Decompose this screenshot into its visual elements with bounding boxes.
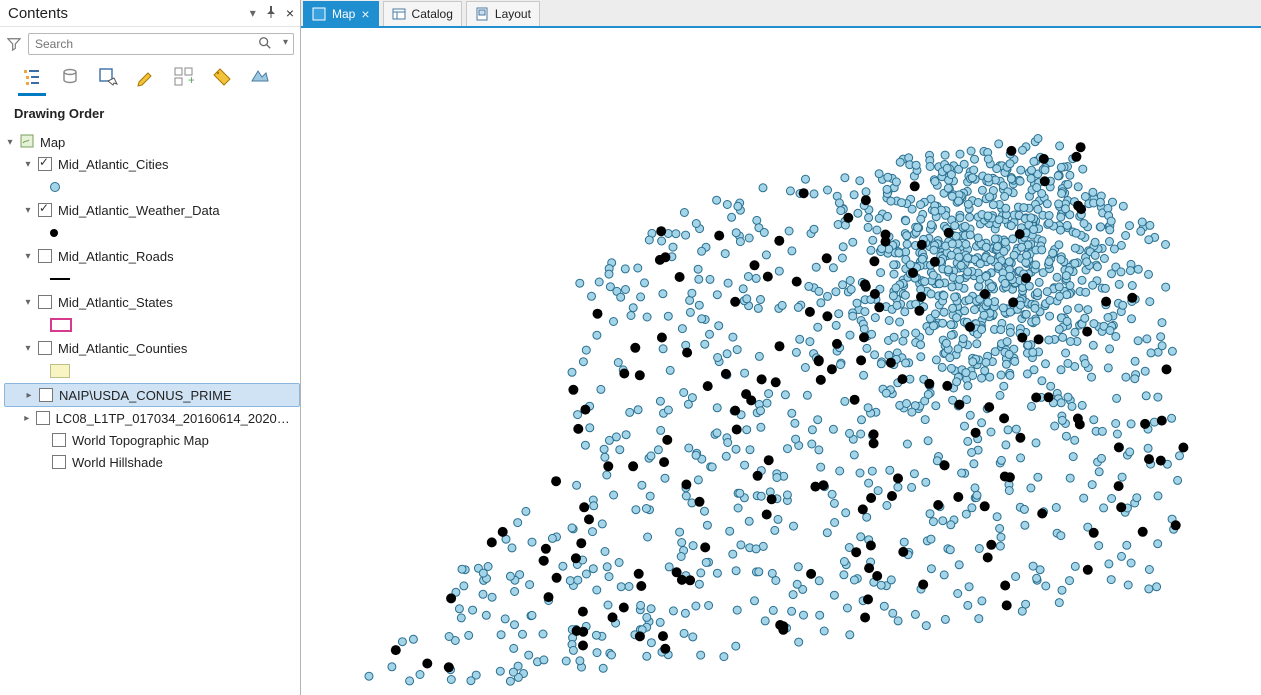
- expand-icon[interactable]: ▸: [22, 413, 32, 424]
- chevron-down-icon[interactable]: ▾: [250, 6, 256, 20]
- pin-icon[interactable]: [266, 5, 276, 22]
- layer-label: Mid_Atlantic_States: [56, 295, 173, 310]
- section-label: Drawing Order: [0, 96, 300, 127]
- map-frame-icon: [20, 134, 34, 151]
- map-points-svg: [301, 28, 1261, 695]
- list-snapping-button[interactable]: +: [172, 65, 196, 89]
- tab-map[interactable]: Map ×: [303, 1, 379, 26]
- layer-label: LC08_L1TP_017034_20160614_20200906_02_T1…: [54, 411, 296, 426]
- tab-catalog[interactable]: Catalog: [383, 1, 462, 26]
- map-icon: [312, 7, 326, 21]
- layer-label: Mid_Atlantic_Counties: [56, 341, 187, 356]
- layer-symbol-cities[interactable]: [4, 175, 300, 199]
- layer-symbol-weather[interactable]: [4, 221, 300, 245]
- layer-tree: ▾ Map ▾ Mid_Atlantic_Cities ▾ Mid_Atlantic_We…: [0, 127, 300, 695]
- pane-header: Contents ▾ ×: [0, 0, 300, 27]
- layer-hillshade[interactable]: ▸World Hillshade: [4, 451, 300, 473]
- visibility-checkbox[interactable]: [52, 455, 66, 469]
- layer-label: World Topographic Map: [70, 433, 209, 448]
- search-icon[interactable]: [258, 36, 272, 53]
- layer-label: World Hillshade: [70, 455, 163, 470]
- layer-topomap[interactable]: ▸World Topographic Map: [4, 429, 300, 451]
- layer-symbol-roads[interactable]: [4, 267, 300, 291]
- search-input[interactable]: [28, 33, 294, 55]
- expand-icon[interactable]: ▾: [22, 251, 34, 262]
- layer-roads[interactable]: ▾ Mid_Atlantic_Roads: [4, 245, 300, 267]
- close-icon[interactable]: ×: [286, 5, 294, 21]
- tab-label: Catalog: [412, 7, 453, 21]
- contents-pane: Contents ▾ × ▾: [0, 0, 301, 695]
- tree-root-label: Map: [38, 135, 65, 150]
- close-icon[interactable]: ×: [361, 7, 369, 21]
- expand-icon[interactable]: ▾: [4, 137, 16, 148]
- layout-icon: [475, 7, 489, 21]
- list-drawing-order-button[interactable]: [20, 65, 44, 89]
- layer-label: Mid_Atlantic_Weather_Data: [56, 203, 220, 218]
- list-editing-button[interactable]: [134, 65, 158, 89]
- layer-label: NAIP\USDA_CONUS_PRIME: [57, 388, 232, 403]
- visibility-checkbox[interactable]: [38, 249, 52, 263]
- search-dropdown-icon[interactable]: ▾: [283, 37, 288, 48]
- layer-label: Mid_Atlantic_Roads: [56, 249, 174, 264]
- layer-symbol-counties[interactable]: [4, 359, 300, 383]
- visibility-checkbox[interactable]: [38, 203, 52, 217]
- catalog-icon: [392, 7, 406, 21]
- visibility-checkbox[interactable]: [38, 157, 52, 171]
- tab-label: Map: [332, 7, 355, 21]
- list-perspective-button[interactable]: [248, 65, 272, 89]
- layer-naip[interactable]: ▸ NAIP\USDA_CONUS_PRIME: [4, 383, 300, 407]
- view-tabs: Map × Catalog Layout: [301, 0, 1261, 28]
- layer-label: Mid_Atlantic_Cities: [56, 157, 169, 172]
- filter-icon[interactable]: [6, 36, 22, 52]
- expand-icon[interactable]: ▸: [23, 390, 35, 401]
- visibility-checkbox[interactable]: [52, 433, 66, 447]
- visibility-checkbox[interactable]: [38, 295, 52, 309]
- tab-label: Layout: [495, 7, 531, 21]
- expand-icon[interactable]: ▾: [22, 205, 34, 216]
- expand-icon[interactable]: ▾: [22, 297, 34, 308]
- map-canvas[interactable]: [301, 28, 1261, 695]
- layer-states[interactable]: ▾ Mid_Atlantic_States: [4, 291, 300, 313]
- svg-text:+: +: [188, 73, 194, 87]
- expand-icon[interactable]: ▾: [22, 159, 34, 170]
- visibility-checkbox[interactable]: [39, 388, 53, 402]
- tab-layout[interactable]: Layout: [466, 1, 540, 26]
- list-labeling-button[interactable]: [210, 65, 234, 89]
- visibility-checkbox[interactable]: [38, 341, 52, 355]
- layer-lc08[interactable]: ▸ LC08_L1TP_017034_20160614_20200906_02_T…: [4, 407, 300, 429]
- expand-icon[interactable]: ▾: [22, 343, 34, 354]
- layer-weather[interactable]: ▾ Mid_Atlantic_Weather_Data: [4, 199, 300, 221]
- pane-title: Contents: [8, 5, 250, 22]
- tree-root-map[interactable]: ▾ Map: [4, 131, 300, 153]
- list-selection-button[interactable]: [96, 65, 120, 89]
- layer-counties[interactable]: ▾ Mid_Atlantic_Counties: [4, 337, 300, 359]
- layer-symbol-states[interactable]: [4, 313, 300, 337]
- contents-toolbar: +: [0, 61, 300, 93]
- list-source-button[interactable]: [58, 65, 82, 89]
- visibility-checkbox[interactable]: [36, 411, 50, 425]
- layer-cities[interactable]: ▾ Mid_Atlantic_Cities: [4, 153, 300, 175]
